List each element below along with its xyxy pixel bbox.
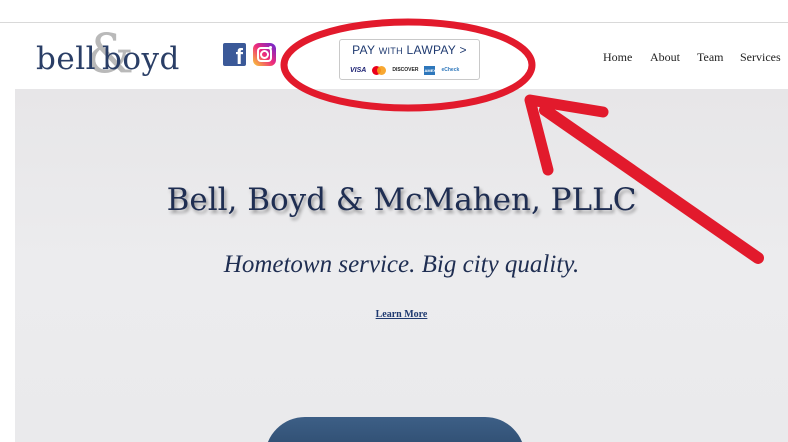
discover-logo: DISCOVER <box>392 67 419 73</box>
chevron-right-icon: > <box>459 43 467 57</box>
logo-word-boyd: boyd <box>102 41 180 77</box>
payment-cards: VISA DISCOVER AMEX eCheck <box>350 65 459 75</box>
visa-logo: VISA <box>350 66 367 74</box>
nav-team[interactable]: Team <box>697 50 723 65</box>
site-header: & bell boyd f PAY WITH LAWPAY > VISA DISC… <box>0 23 788 89</box>
lawpay-title: PAY WITH LAWPAY > <box>352 43 467 57</box>
nav-home[interactable]: Home <box>603 50 632 65</box>
pay-with-lawpay-button[interactable]: PAY WITH LAWPAY > VISA DISCOVER AMEX eCh… <box>339 39 480 80</box>
hero-title: Bell, Boyd & McMahen, PLLC <box>166 182 637 218</box>
learn-more-link[interactable]: Learn More <box>15 309 788 320</box>
mastercard-icon <box>372 65 387 75</box>
nav-services[interactable]: Services <box>740 50 781 65</box>
nav-about[interactable]: About <box>650 50 680 65</box>
hero-subtitle: Hometown service. Big city quality. <box>223 251 580 278</box>
armchair-top-image <box>265 417 525 442</box>
bell-boyd-logo[interactable]: & bell boyd <box>36 27 186 83</box>
logo-wordmark: bell boyd <box>36 41 180 77</box>
facebook-icon[interactable]: f <box>223 43 246 66</box>
instagram-icon[interactable] <box>253 43 276 66</box>
logo-word-bell: bell <box>36 41 97 77</box>
amex-logo: AMEX <box>424 65 437 75</box>
echeck-logo: eCheck <box>441 67 460 73</box>
facebook-glyph: f <box>235 44 243 66</box>
hero-banner: Bell, Boyd & McMahen, PLLC Hometown serv… <box>15 89 788 442</box>
